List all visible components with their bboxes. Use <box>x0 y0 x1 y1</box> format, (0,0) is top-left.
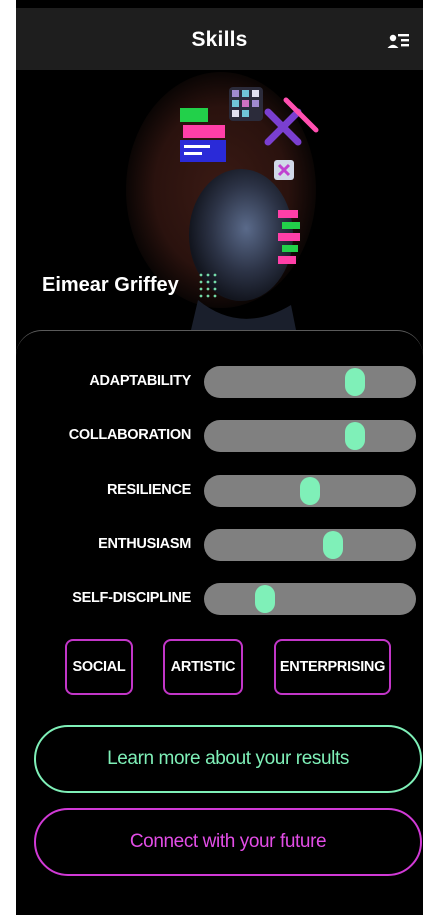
header-bar: Skills <box>16 8 423 70</box>
skill-slider[interactable] <box>204 529 416 561</box>
skill-row-resilience: RESILIENCE <box>16 475 423 507</box>
slider-thumb[interactable] <box>300 477 320 505</box>
slider-thumb[interactable] <box>344 368 365 396</box>
slider-thumb[interactable] <box>255 585 276 613</box>
interest-tag-social[interactable]: SOCIAL <box>65 639 133 695</box>
skill-slider[interactable] <box>204 475 416 507</box>
slider-thumb[interactable] <box>323 531 344 559</box>
skill-row-adaptability: ADAPTABILITY <box>16 366 423 398</box>
skill-row-self-discipline: SELF-DISCIPLINE <box>16 583 423 615</box>
skill-label: ADAPTABILITY <box>89 373 191 389</box>
skill-label: SELF-DISCIPLINE <box>72 590 191 606</box>
user-list-icon[interactable] <box>387 32 411 54</box>
slider-thumb[interactable] <box>344 422 365 450</box>
skill-row-enthusiasm: ENTHUSIASM <box>16 529 423 561</box>
skill-slider[interactable] <box>204 420 416 452</box>
skill-label: RESILIENCE <box>106 482 191 498</box>
interest-tag-artistic[interactable]: ARTISTIC <box>163 639 243 695</box>
skill-slider[interactable] <box>204 583 416 615</box>
interest-tag-enterprising[interactable]: ENTERPRISING <box>274 639 391 695</box>
connect-future-button[interactable]: Connect with your future <box>34 808 422 876</box>
user-name: Eimear Griffey <box>42 274 179 296</box>
skill-label: ENTHUSIASM <box>98 536 191 552</box>
skill-row-collaboration: COLLABORATION <box>16 420 423 452</box>
skill-label: COLLABORATION <box>68 427 192 443</box>
skill-slider[interactable] <box>204 366 416 398</box>
page-title: Skills <box>191 28 248 51</box>
learn-more-button[interactable]: Learn more about your results <box>34 725 422 793</box>
app-screen: Skills Eimear Griffey ADAPTABILITY COLLA… <box>16 0 423 915</box>
